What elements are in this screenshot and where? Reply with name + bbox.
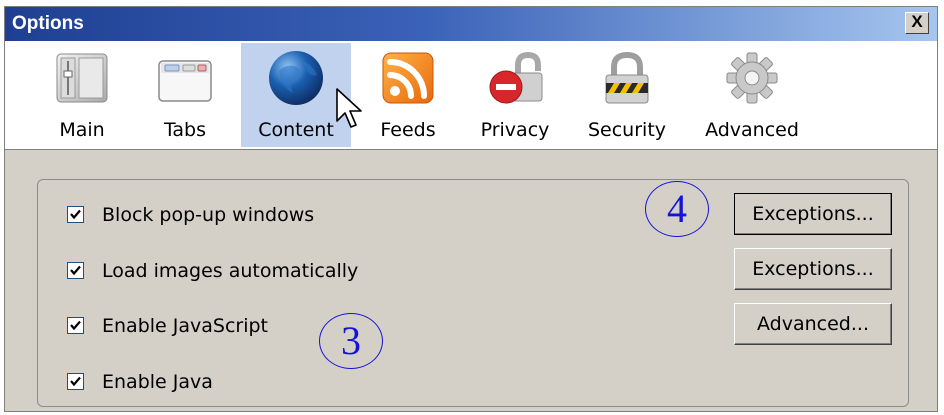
globe-icon (269, 51, 323, 105)
enable-java-checkbox[interactable] (67, 373, 84, 390)
tabs-icon (158, 60, 212, 102)
rss-icon (382, 52, 434, 104)
block-popups-checkbox[interactable] (67, 206, 84, 223)
padlock-open-icon (489, 51, 543, 104)
load-images-checkbox[interactable] (67, 262, 84, 279)
checkmark-icon (70, 265, 81, 276)
tab-advanced[interactable]: Advanced (697, 43, 807, 147)
tab-label: Security (587, 119, 667, 141)
title-bar[interactable]: Options X (5, 7, 937, 41)
checkmark-icon (70, 376, 81, 387)
tab-privacy[interactable]: Privacy (475, 43, 555, 147)
padlock-icon (605, 51, 649, 104)
javascript-advanced-button[interactable]: Advanced... (734, 303, 892, 345)
images-exceptions-button[interactable]: Exceptions... (734, 248, 892, 290)
enable-javascript-label: Enable JavaScript (102, 315, 268, 337)
load-images-label: Load images automatically (102, 260, 359, 282)
annotation-number-four: 4 (645, 181, 709, 237)
tab-label: Tabs (163, 119, 207, 141)
tab-label: Privacy (480, 119, 550, 141)
close-button[interactable]: X (905, 12, 929, 34)
tab-tabs[interactable]: Tabs (145, 43, 225, 147)
options-dialog: Options X Main Tabs Content Feeds Privac… (4, 6, 938, 412)
tab-feeds[interactable]: Feeds (371, 43, 445, 147)
tab-label: Feeds (380, 119, 436, 141)
tab-label: Advanced (705, 119, 799, 141)
enable-javascript-checkbox[interactable] (67, 317, 84, 334)
enable-java-label: Enable Java (102, 371, 213, 393)
annotation-number-three: 3 (319, 313, 383, 369)
category-toolbar: Main Tabs Content Feeds Privacy Security… (5, 41, 937, 150)
checkmark-icon (70, 320, 81, 331)
gear-icon (726, 52, 778, 104)
main-icon (56, 53, 108, 103)
tab-label: Main (59, 119, 105, 141)
checkmark-icon (70, 209, 81, 220)
tab-security[interactable]: Security (583, 43, 671, 147)
window-title: Options (12, 13, 84, 34)
block-popups-label: Block pop-up windows (102, 204, 315, 226)
popup-exceptions-button[interactable]: Exceptions... (734, 193, 892, 235)
mouse-pointer-icon (336, 88, 362, 128)
tab-main[interactable]: Main (41, 43, 123, 147)
